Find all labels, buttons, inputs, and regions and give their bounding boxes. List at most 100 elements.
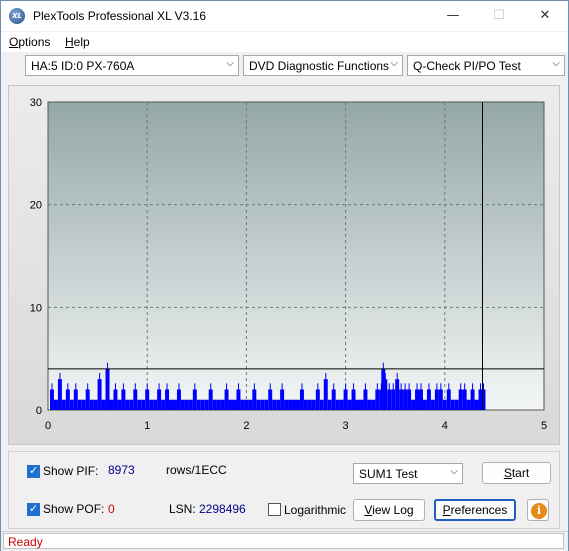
show-pof-label: Show POF: [43, 502, 105, 516]
status-field: Ready [3, 533, 564, 549]
pof-value: 0 [108, 502, 115, 516]
function-select[interactable]: DVD Diagnostic Functions ⌵ [243, 55, 403, 76]
data-bar [204, 399, 209, 410]
data-bar [117, 399, 122, 410]
chevron-down-icon: ⌵ [450, 466, 458, 477]
data-bar [161, 399, 166, 410]
y-tick-label: 30 [30, 97, 42, 109]
data-bar [411, 399, 416, 410]
pif-value: 8973 [108, 463, 135, 477]
data-bar [276, 399, 281, 410]
chevron-down-icon: ⌵ [552, 58, 560, 69]
menu-options-mnemonic: O [9, 35, 19, 49]
y-tick-label: 0 [36, 405, 42, 417]
data-bar [474, 399, 479, 410]
test-select[interactable]: Q-Check PI/PO Test ⌵ [407, 55, 565, 76]
x-tick-label: 0 [45, 420, 51, 432]
data-bar [466, 399, 471, 410]
info-button[interactable]: i [527, 499, 549, 521]
menu-help[interactable]: Help [65, 35, 90, 49]
menu-options[interactable]: Options [9, 35, 50, 49]
data-bar [137, 399, 142, 410]
maximize-button: ☐ [493, 8, 505, 23]
x-tick-label: 3 [343, 420, 349, 432]
menu-help-label: elp [73, 35, 90, 49]
data-bar [77, 399, 82, 410]
data-bar [307, 399, 312, 410]
data-bar [125, 399, 130, 410]
data-bar [288, 399, 293, 410]
data-bar [256, 399, 261, 410]
data-bar [216, 399, 221, 410]
data-bar [129, 399, 134, 410]
preferences-button[interactable]: Preferences [434, 499, 516, 521]
data-bar [93, 399, 98, 410]
show-pof-checkbox[interactable] [27, 502, 40, 516]
data-bar [180, 399, 185, 410]
control-panel: Show PIF: 8973 rows/1ECC SUM1 Test ⌵ Sta… [8, 451, 560, 529]
data-bar [319, 399, 324, 410]
close-button[interactable]: ✕ [522, 1, 568, 31]
menu-help-mnemonic: H [65, 35, 74, 49]
data-bar [371, 399, 376, 410]
start-button[interactable]: Start [482, 462, 551, 484]
title-bar[interactable]: XL PlexTools Professional XL V3.16 — ☐ ✕ [1, 1, 568, 31]
data-bar [339, 399, 344, 410]
pif-unit: rows/1ECC [166, 463, 227, 477]
data-bar [240, 399, 245, 410]
data-bar [296, 399, 300, 410]
data-bar [454, 399, 459, 410]
lsn-label: LSN: [169, 502, 196, 516]
data-bar [248, 399, 253, 410]
data-bar [184, 399, 189, 410]
view-log-label: iew Log [372, 503, 414, 517]
test-select-value: Q-Check PI/PO Test [413, 59, 521, 73]
y-tick-label: 20 [30, 200, 42, 212]
drive-select[interactable]: HA:5 ID:0 PX-760A ⌵ [25, 55, 239, 76]
data-bar [303, 399, 308, 410]
data-bar [450, 399, 455, 410]
data-bar [188, 399, 193, 410]
function-select-value: DVD Diagnostic Functions [249, 59, 390, 73]
lsn-value: 2298496 [199, 502, 246, 516]
data-bar [355, 399, 360, 410]
status-text: Ready [8, 535, 43, 549]
view-log-button[interactable]: View Log [353, 499, 425, 521]
logarithmic-checkbox[interactable] [268, 503, 281, 516]
sum-test-select[interactable]: SUM1 Test ⌵ [353, 463, 463, 484]
data-bar [232, 399, 237, 410]
show-pif-label: Show PIF: [43, 464, 99, 478]
start-mnemonic: S [503, 466, 512, 480]
data-bar [367, 399, 372, 410]
data-bar [272, 399, 277, 410]
data-bar [327, 399, 332, 410]
menu-options-label: ptions [18, 35, 51, 49]
drive-select-value: HA:5 ID:0 PX-760A [31, 59, 135, 73]
data-bar [172, 399, 177, 410]
show-pif-checkbox[interactable] [27, 464, 40, 478]
pipo-chart: 0 10 20 30 0 1 2 3 4 5 [30, 97, 547, 432]
logarithmic-label: Logarithmic [284, 503, 347, 517]
y-tick-label: 10 [30, 302, 42, 314]
data-bar [228, 399, 233, 410]
data-bar [212, 399, 217, 410]
x-tick-label: 5 [541, 420, 547, 432]
data-bar [430, 399, 435, 410]
data-bar [101, 399, 106, 410]
data-bar [284, 399, 289, 410]
preferences-mnemonic: P [442, 503, 451, 517]
preferences-label: references [450, 503, 508, 517]
data-bar [196, 399, 201, 410]
x-tick-label: 4 [442, 420, 448, 432]
minimize-button[interactable]: — [430, 1, 476, 31]
window-title: PlexTools Professional XL V3.16 [33, 9, 206, 23]
chart-panel: 0 10 20 30 0 1 2 3 4 5 [8, 85, 560, 445]
data-bar [169, 399, 173, 410]
sum-test-value: SUM1 Test [359, 467, 418, 481]
data-bar [200, 399, 205, 410]
status-bar: Ready [1, 531, 568, 551]
data-bar [53, 399, 58, 410]
data-bar [422, 399, 427, 410]
info-icon: i [531, 503, 547, 519]
data-bar [264, 399, 269, 410]
